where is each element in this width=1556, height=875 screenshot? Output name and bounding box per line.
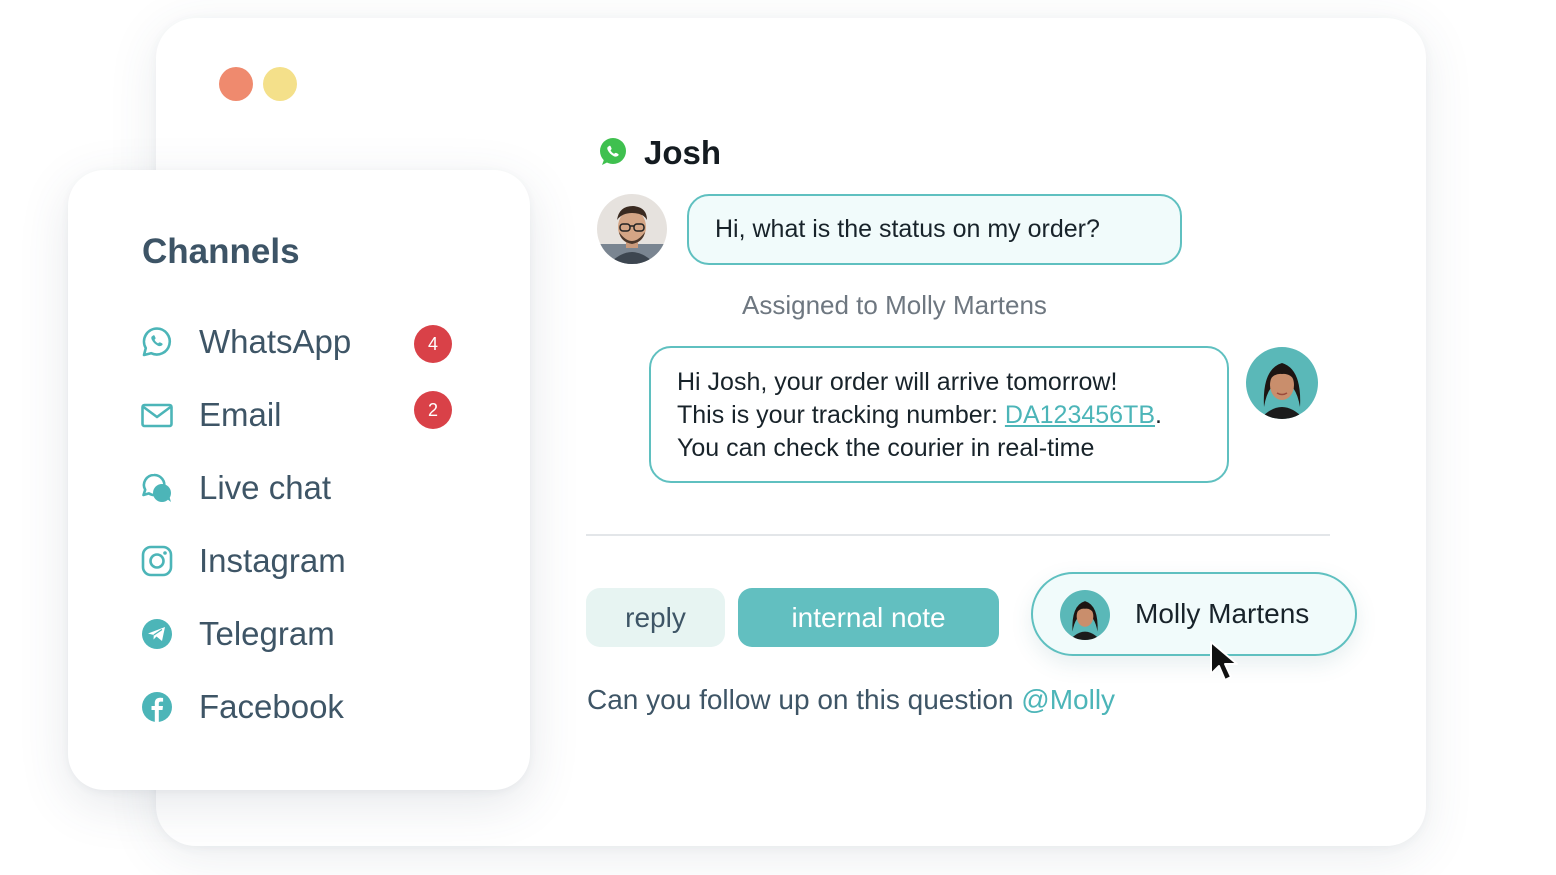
mention-suggestion[interactable]: Molly Martens	[1031, 572, 1357, 656]
channel-label-facebook: Facebook	[199, 688, 344, 725]
whatsapp-icon	[142, 327, 172, 357]
outgoing-line-1: Hi Josh, your order will arrive tomorrow…	[677, 368, 1118, 396]
outgoing-line-2-prefix: This is your tracking number:	[677, 401, 1005, 429]
mention-tag[interactable]: @Molly	[1021, 684, 1115, 715]
channel-label-telegram: Telegram	[199, 615, 335, 652]
channel-label-live-chat: Live chat	[199, 469, 332, 506]
whatsapp-unread-badge: 4	[414, 325, 452, 363]
outgoing-line-2-suffix: .	[1155, 401, 1162, 429]
incoming-message-bubble: Hi, what is the status on my order?	[687, 194, 1182, 265]
channel-item-instagram[interactable]: Instagram	[140, 541, 470, 581]
window-close-dot[interactable]	[219, 67, 253, 101]
outgoing-message-bubble: Hi Josh, your order will arrive tomorrow…	[649, 346, 1229, 483]
internal-note-button[interactable]: internal note	[738, 588, 999, 647]
channel-label-whatsapp: WhatsApp	[199, 323, 352, 360]
reply-button[interactable]: reply	[586, 588, 725, 647]
email-unread-badge: 2	[414, 391, 452, 429]
outgoing-line-2: This is your tracking number: DA123456TB…	[677, 399, 1227, 432]
chat-bubbles-icon	[142, 473, 171, 502]
note-body: Can you follow up on this question	[587, 684, 1022, 715]
tracking-number-link[interactable]: DA123456TB	[1005, 401, 1155, 429]
agent-avatar	[1246, 347, 1318, 419]
contact-name: Josh	[644, 134, 722, 171]
josh-avatar	[597, 194, 667, 264]
channel-item-telegram[interactable]: Telegram	[140, 614, 470, 654]
channel-item-live-chat[interactable]: Live chat	[140, 468, 470, 508]
channel-item-whatsapp[interactable]: WhatsApp 4	[140, 322, 470, 363]
outgoing-line-3: You can check the courier in real-time	[677, 434, 1095, 462]
instagram-icon	[141, 545, 173, 577]
window-minimize-dot[interactable]	[263, 67, 297, 101]
mention-avatar	[1060, 590, 1110, 640]
assignment-notice: Assigned to Molly Martens	[742, 290, 1047, 320]
mouse-pointer-icon	[1210, 641, 1238, 681]
channel-label-email: Email	[199, 396, 282, 433]
channel-item-facebook[interactable]: Facebook	[140, 687, 470, 727]
channel-label-instagram: Instagram	[199, 542, 346, 579]
channels-panel: Channels WhatsApp 4 Email 2 Live chat In…	[68, 170, 530, 790]
whatsapp-icon	[600, 138, 626, 165]
mention-name: Molly Martens	[1135, 598, 1310, 629]
internal-note-text[interactable]: Can you follow up on this question @Moll…	[587, 682, 1115, 718]
mail-icon	[141, 403, 173, 428]
channels-title: Channels	[142, 232, 300, 271]
facebook-icon	[142, 692, 172, 722]
composer-divider	[586, 534, 1330, 536]
telegram-icon	[142, 619, 172, 649]
channel-item-email[interactable]: Email 2	[140, 391, 470, 435]
